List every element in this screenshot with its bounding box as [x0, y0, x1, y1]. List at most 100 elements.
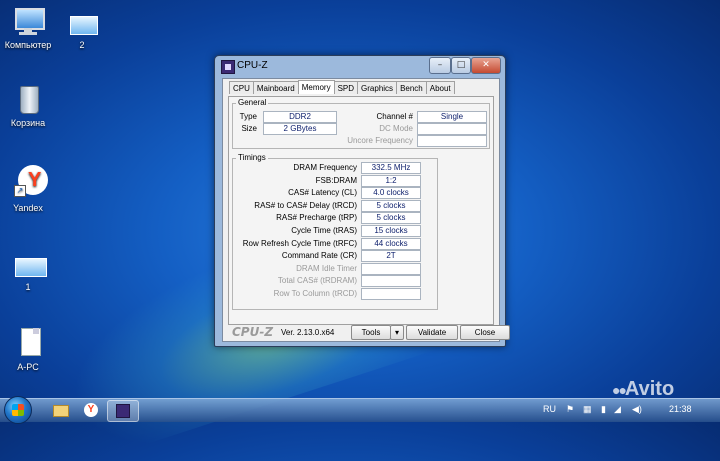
timing-label: Row Refresh Cycle Time (tRFC) [242, 238, 357, 248]
tab-graphics[interactable]: Graphics [357, 81, 398, 94]
size-label: Size [241, 124, 257, 133]
tools-label: Tools [361, 328, 381, 337]
timing-value: 1:2 [361, 174, 421, 187]
window-file-icon [12, 258, 47, 278]
tab-bench[interactable]: Bench [396, 81, 427, 94]
minimize-button[interactable]: – [429, 57, 451, 74]
desktop-icon-yandex[interactable]: Y ↗ Yandex [0, 165, 65, 213]
timing-value: 15 clocks [361, 225, 421, 237]
desktop-icon-recycle-bin[interactable]: Корзина [0, 84, 65, 128]
desktop-icon-a-pc[interactable]: A-PC [0, 328, 65, 372]
timing-value [361, 262, 421, 275]
timing-label: Row To Column (tRCD) [273, 289, 357, 298]
uncore-frequency-label: Uncore Frequency [347, 136, 413, 145]
close-button[interactable]: Close [460, 325, 510, 340]
timing-label: DRAM Frequency [293, 163, 357, 172]
timing-value: 44 clocks [361, 237, 421, 250]
close-label: Close [474, 328, 496, 337]
folder-icon [53, 405, 69, 417]
cpuz-window[interactable]: CPU-Z – □ ✕ CPU Mainboard Memory SPD Gra… [214, 55, 510, 347]
taskbar-explorer[interactable] [45, 400, 75, 420]
timing-label: FSB:DRAM [315, 175, 357, 185]
timing-value: 4.0 clocks [361, 187, 421, 200]
footer-bar: CPU-Z Ver. 2.13.0.x64 Tools ▾ Validate C… [228, 325, 510, 341]
document-icon [12, 328, 44, 358]
desktop-icon-label: Корзина [10, 118, 46, 128]
channel-value: Single [417, 111, 487, 123]
cpuz-app-icon [116, 404, 130, 418]
close-icon: ✕ [482, 60, 490, 70]
timing-label: Total CAS# (tRDRAM) [277, 276, 357, 286]
timing-value [361, 288, 421, 300]
tab-cpu[interactable]: CPU [229, 81, 254, 94]
taskbar-cpuz[interactable] [107, 400, 139, 422]
validate-label: Validate [417, 328, 447, 337]
validate-button[interactable]: Validate [406, 325, 458, 340]
tab-mainboard[interactable]: Mainboard [252, 81, 299, 94]
window-file-icon [66, 14, 98, 36]
timing-value: 2T [361, 250, 421, 263]
yandex-icon: Y [84, 403, 98, 417]
taskbar: Y RU ⚑ ▦ ▮ ◢ ◀) 21:38 [0, 396, 720, 424]
avito-watermark-text: Avito [624, 378, 675, 400]
tab-memory[interactable]: Memory [297, 80, 335, 94]
cpuz-brand-logo: CPU-Z [232, 325, 274, 339]
desktop-icon-1[interactable]: 1 [0, 258, 65, 292]
start-button[interactable] [4, 396, 32, 424]
desktop-icon-label: 2 [79, 40, 85, 50]
tab-about[interactable]: About [425, 81, 455, 94]
maximize-button[interactable]: □ [451, 57, 471, 74]
tab-strip: CPU Mainboard Memory SPD Graphics Bench … [229, 80, 455, 95]
yandex-icon: Y ↗ [12, 165, 48, 199]
maximize-icon: □ [456, 60, 466, 70]
timing-label: CAS# Latency (CL) [288, 188, 357, 198]
desktop-icon-label: A-PC [17, 362, 39, 372]
tools-button[interactable]: Tools [351, 325, 391, 340]
signal-icon[interactable]: ◢ [614, 404, 621, 415]
timing-value: 5 clocks [361, 212, 421, 225]
desktop-icon-label: Yandex [13, 203, 43, 213]
desktop-icon-label: 1 [25, 282, 31, 292]
type-value: DDR2 [263, 111, 337, 123]
clock[interactable]: 21:38 [669, 404, 692, 414]
size-value: 2 GBytes [263, 123, 337, 135]
version-label: Ver. 2.13.0.x64 [281, 328, 335, 337]
window-client: CPU Mainboard Memory SPD Graphics Bench … [222, 78, 510, 342]
type-label: Type [239, 112, 257, 121]
cpuz-app-icon [221, 60, 235, 74]
timing-label: RAS# Precharge (tRP) [276, 213, 357, 223]
timing-value [361, 275, 421, 288]
timing-label: DRAM Idle Timer [296, 263, 357, 273]
close-window-button[interactable]: ✕ [471, 57, 501, 74]
timing-label: Cycle Time (tRAS) [291, 226, 357, 235]
dc-mode-value [417, 123, 487, 135]
timing-label: RAS# to CAS# Delay (tRCD) [254, 200, 357, 210]
window-title: CPU-Z [237, 60, 268, 71]
desktop-icon-2[interactable]: 2 [45, 14, 119, 50]
battery-icon[interactable]: ▮ [601, 404, 606, 415]
network-icon[interactable]: ▦ [583, 404, 592, 415]
avito-dots-icon: ●● [612, 382, 627, 398]
chevron-down-icon: ▾ [394, 328, 399, 337]
channel-label: Channel # [376, 112, 413, 121]
recycle-bin-icon [12, 84, 44, 114]
memory-panel: General Type DDR2 Size 2 GBytes Channel … [228, 96, 494, 325]
minimize-icon: – [437, 60, 443, 70]
timing-value: 5 clocks [361, 199, 421, 212]
timings-group: Timings DRAM Frequency 332.5 MHz FSB:DRAM 1… [232, 153, 438, 310]
flag-icon[interactable]: ⚑ [566, 404, 574, 415]
language-indicator[interactable]: RU [543, 404, 556, 414]
general-group: General Type DDR2 Size 2 GBytes Channel … [232, 98, 490, 149]
general-group-title: General [236, 98, 269, 107]
dc-mode-label: DC Mode [379, 124, 413, 133]
uncore-frequency-value [417, 135, 487, 147]
timing-label: Command Rate (CR) [281, 251, 357, 261]
taskbar-yandex[interactable]: Y [76, 400, 106, 420]
title-bar[interactable]: CPU-Z – □ ✕ [215, 56, 505, 76]
tab-spd[interactable]: SPD [333, 81, 359, 94]
volume-icon[interactable]: ◀) [632, 404, 642, 415]
computer-icon [12, 6, 45, 36]
timings-group-title: Timings [236, 153, 268, 162]
timing-value: 332.5 MHz [361, 162, 421, 174]
tools-dropdown-button[interactable]: ▾ [390, 325, 404, 340]
